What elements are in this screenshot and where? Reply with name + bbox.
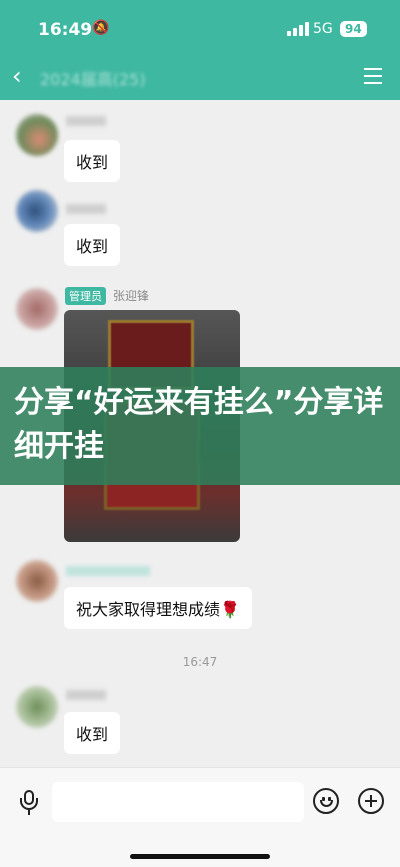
avatar[interactable]	[16, 114, 58, 156]
sender-name	[66, 690, 106, 700]
avatar[interactable]	[16, 190, 58, 232]
headline-text: 分享“好运来有挂么”分享详细开挂	[14, 385, 384, 464]
input-bar	[0, 767, 400, 867]
network-label: 5G	[313, 21, 333, 37]
mic-icon[interactable]	[18, 790, 40, 816]
rose-emoji: 🌹	[220, 600, 240, 619]
sender-name: 张迎锋	[113, 289, 150, 303]
chat-title: 2024届高(25)	[40, 70, 146, 89]
avatar[interactable]	[16, 686, 58, 728]
emoji-icon[interactable]	[313, 788, 339, 814]
message-bubble[interactable]: 收到	[64, 140, 121, 182]
admin-badge: 管理员	[65, 287, 106, 305]
message-bubble[interactable]: 收到	[64, 224, 121, 266]
battery-badge: 94	[340, 21, 367, 37]
status-bar: 16:49 🔕 5G 94	[0, 0, 400, 56]
sender-name	[66, 204, 106, 214]
message-text: 祝大家取得理想成绩	[76, 600, 221, 619]
headline-overlay: 分享“好运来有挂么”分享详细开挂	[0, 367, 400, 485]
chat-nav: ‹ 2024届高(25)	[0, 56, 400, 100]
status-time: 16:49	[38, 20, 93, 40]
message-input[interactable]	[52, 782, 304, 822]
message-bubble[interactable]: 祝大家取得理想成绩🌹	[64, 587, 252, 629]
time-separator: 16:47	[182, 655, 218, 669]
sender-name	[66, 566, 150, 576]
message-bubble[interactable]: 收到	[64, 712, 121, 754]
top-header: 16:49 🔕 5G 94 ‹ 2024届高(25)	[0, 0, 400, 100]
sender-name	[66, 116, 106, 126]
mute-icon: 🔕	[92, 20, 110, 36]
signal-icon	[287, 22, 309, 36]
home-indicator	[130, 854, 270, 859]
avatar[interactable]	[16, 560, 58, 602]
plus-icon[interactable]	[358, 788, 384, 814]
avatar[interactable]	[16, 288, 58, 330]
message-text: 收到	[76, 237, 109, 256]
message-text: 收到	[76, 725, 109, 744]
back-icon[interactable]: ‹	[12, 62, 22, 90]
message-text: 收到	[76, 153, 109, 172]
menu-icon[interactable]	[364, 68, 382, 84]
